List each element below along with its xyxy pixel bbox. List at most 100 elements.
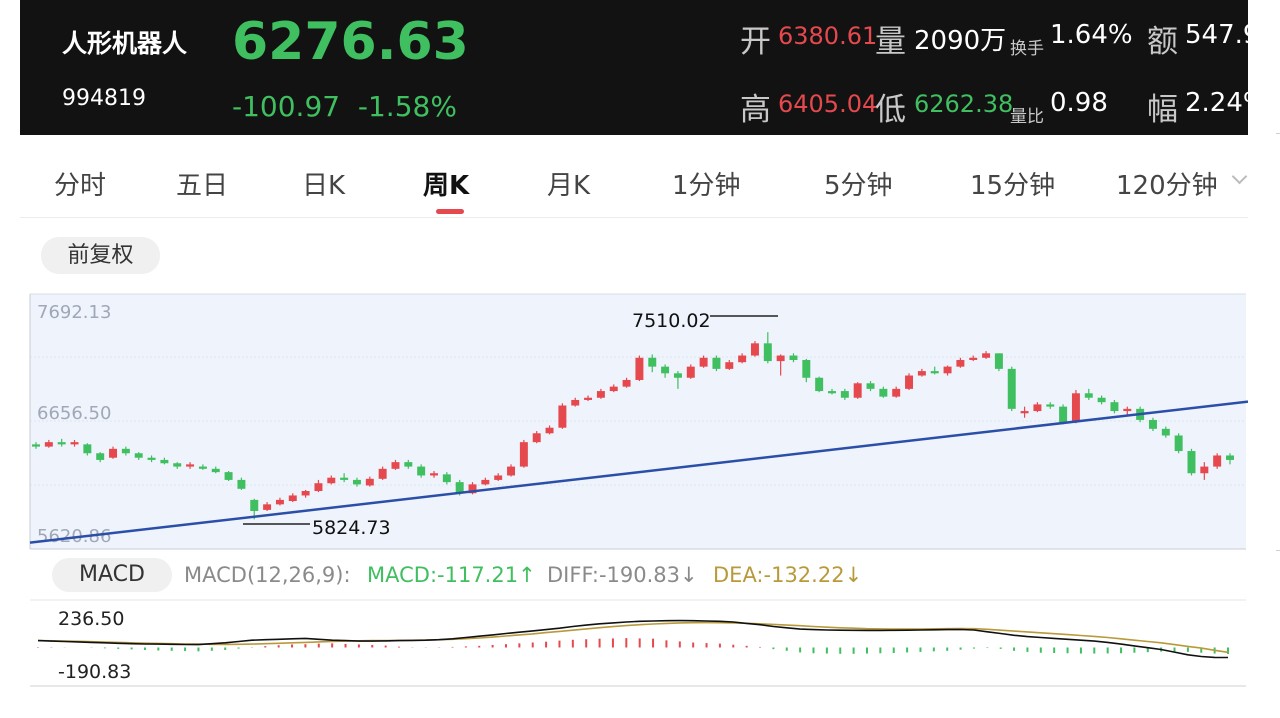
candle-down (763, 343, 772, 362)
candle-up (584, 397, 593, 400)
candle-down (828, 391, 836, 394)
macd-axis-bottom-label: -190.83 (58, 661, 131, 683)
candle-down (96, 453, 105, 460)
candle-up (545, 427, 554, 434)
candle-down (147, 457, 156, 460)
candle-up (365, 478, 374, 486)
chart-canvas[interactable]: 7692.13 6656.50 5620.86 7510.02 5824.73 … (0, 0, 1248, 718)
candle-down (83, 444, 92, 454)
candle-up (378, 468, 387, 479)
candle-down (1084, 393, 1093, 398)
candle-down (224, 472, 233, 480)
candle-down (340, 477, 349, 480)
candle-down (1148, 419, 1157, 429)
candle-down (417, 466, 426, 476)
macd-axis-top-label: 236.50 (58, 608, 124, 630)
candle-down (1187, 451, 1196, 474)
candle-down (712, 357, 721, 369)
candle-down (789, 355, 798, 360)
candle-down (1046, 404, 1055, 407)
candle-down (352, 479, 361, 485)
candle-up (1200, 466, 1209, 474)
candle-up (686, 366, 695, 378)
candle-up (481, 479, 490, 485)
candle-up (725, 362, 734, 369)
candle-down (994, 353, 1003, 369)
candle-up (1213, 455, 1222, 467)
candle-down (1007, 368, 1016, 409)
candle-up (494, 475, 503, 480)
candle-down (802, 359, 811, 378)
candle-down (1059, 406, 1068, 423)
candle-up (956, 359, 965, 367)
min-annotation: 5824.73 (312, 517, 391, 539)
candle-up (609, 386, 618, 392)
candle-down (1110, 402, 1119, 412)
candle-down (237, 479, 246, 489)
max-annotation: 7510.02 (632, 310, 711, 332)
candle-up (905, 375, 914, 389)
candle-down (930, 371, 939, 374)
candle-down (815, 377, 824, 392)
candle-up (635, 357, 644, 380)
candle-up (109, 448, 118, 458)
candle-up (186, 464, 195, 467)
candle-down (1174, 435, 1183, 452)
candle-up (596, 391, 605, 398)
candle-down (1097, 397, 1106, 403)
candle-up (288, 495, 297, 502)
candle-down (173, 463, 182, 467)
candle-up (982, 353, 991, 358)
candle-up (532, 433, 541, 443)
candle-down (866, 383, 875, 389)
candle-up (327, 477, 336, 484)
candle-down (160, 459, 169, 464)
candle-up (917, 371, 926, 376)
candle-down (661, 366, 670, 374)
side-rail (1248, 0, 1280, 718)
candle-down (32, 444, 40, 447)
y-axis-top-label: 7692.13 (37, 302, 111, 323)
candle-down (57, 442, 66, 445)
candle-up (275, 499, 284, 505)
candle-up (1123, 408, 1132, 412)
candle-down (442, 474, 451, 483)
candle-up (622, 379, 631, 387)
candle-up (853, 383, 862, 398)
candle-down (648, 357, 657, 367)
candle-down (134, 453, 143, 458)
candle-up (507, 466, 516, 476)
candle-down (211, 468, 220, 473)
candle-up (738, 355, 747, 363)
candle-up (969, 357, 978, 360)
candle-up (519, 442, 528, 467)
candle-down (673, 373, 682, 378)
candle-up (558, 405, 567, 428)
candle-up (571, 399, 580, 406)
candle-down (879, 388, 888, 397)
macd-histogram (37, 638, 1229, 654)
candle-up (430, 473, 438, 476)
candle-up (776, 355, 785, 362)
candle-up (1071, 393, 1080, 423)
candle-up (391, 462, 400, 469)
candle-up (1020, 411, 1029, 414)
candle-up (750, 343, 759, 356)
candle-up (699, 357, 708, 367)
candle-up (314, 483, 323, 492)
candle-down (1161, 428, 1170, 436)
y-axis-mid-label: 6656.50 (37, 403, 111, 424)
candle-down (198, 466, 207, 469)
candle-down (121, 448, 130, 454)
candle-up (1033, 404, 1042, 412)
candle-down (404, 462, 413, 467)
candle-up (263, 504, 272, 510)
candle-up (70, 442, 79, 445)
diff-line (37, 619, 1229, 659)
candle-up (943, 366, 952, 374)
candle-down (1226, 455, 1234, 460)
candle-up (44, 442, 53, 447)
candle-down (250, 499, 259, 512)
candle-up (892, 388, 901, 397)
candle-up (301, 491, 310, 496)
